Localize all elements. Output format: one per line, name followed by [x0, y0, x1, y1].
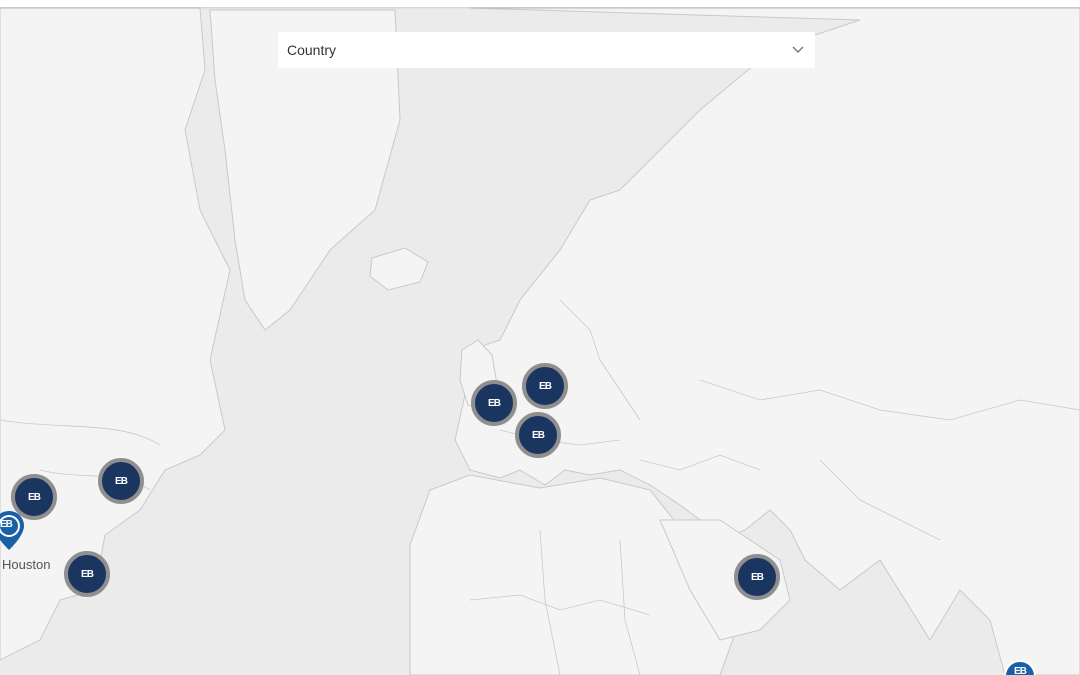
houston-label: Houston	[2, 557, 51, 572]
top-header-strip	[0, 0, 1080, 7]
chevron-down-icon	[791, 43, 805, 57]
location-marker-uk[interactable]: EB	[471, 380, 517, 426]
brand-logo-icon: EB	[81, 568, 94, 580]
country-filter-dropdown[interactable]: Country	[278, 32, 815, 68]
country-filter-label: Country	[287, 42, 337, 58]
location-marker-middle-east[interactable]: EB	[734, 554, 780, 600]
brand-logo-icon: EB	[115, 475, 128, 487]
map-pin-icon	[0, 511, 24, 550]
location-marker-central-europe[interactable]: EB	[515, 412, 561, 458]
brand-logo-icon: EB	[532, 429, 545, 441]
brand-logo-icon: EB	[0, 519, 13, 530]
brand-logo-icon: EB	[1014, 666, 1027, 675]
brand-logo-icon: EB	[488, 397, 501, 409]
location-marker-caribbean[interactable]: EB	[64, 551, 110, 597]
brand-logo-icon: EB	[539, 380, 552, 392]
location-marker-asia-edge[interactable]: EB	[1004, 660, 1040, 675]
location-pin-houston[interactable]: EB	[0, 510, 26, 552]
location-marker-northern-europe[interactable]: EB	[522, 363, 568, 409]
brand-logo-icon: EB	[28, 491, 41, 503]
location-marker-north-america-2[interactable]: EB	[98, 458, 144, 504]
world-map[interactable]	[0, 0, 1080, 675]
brand-logo-icon: EB	[751, 571, 764, 583]
